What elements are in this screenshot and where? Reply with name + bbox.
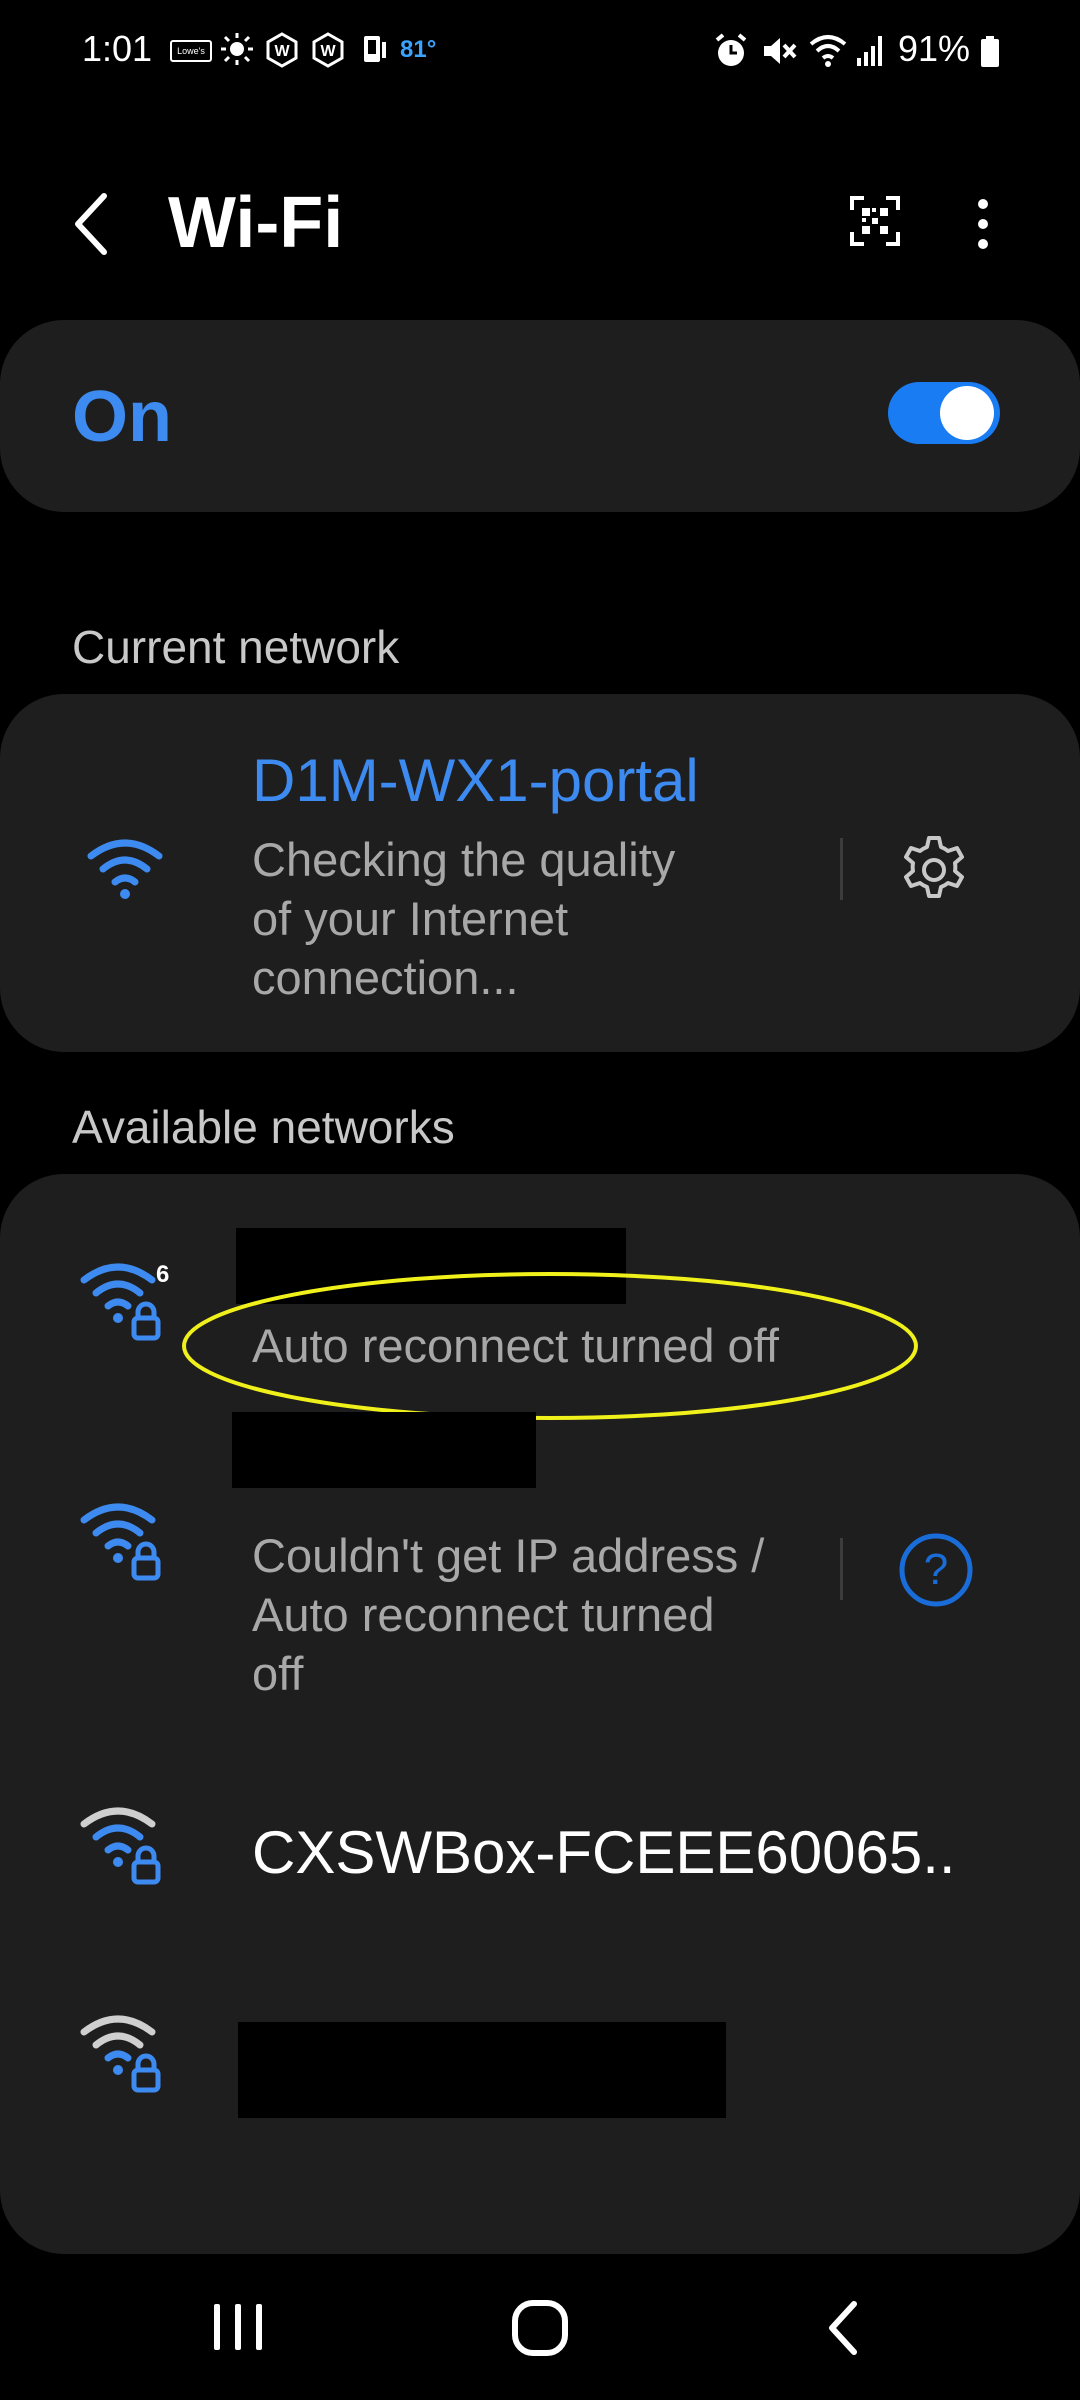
status-time: 1:01 — [82, 28, 153, 69]
toggle-knob — [940, 386, 994, 440]
svg-text:?: ? — [924, 1545, 948, 1594]
wifi6-lock-icon: 6 — [80, 1261, 169, 1341]
toggle-label: On — [72, 377, 172, 457]
sun-icon — [221, 33, 253, 65]
current-network-card[interactable]: D1M-WX1-portal Checking the quality of y… — [0, 694, 1080, 1052]
page-title: Wi-Fi — [168, 183, 344, 263]
current-network-heading: Current network — [72, 621, 400, 673]
network-status: Couldn't get IP address / Auto reconnect… — [252, 1526, 764, 1703]
home-icon[interactable] — [510, 2298, 570, 2358]
network-name-redacted — [232, 1412, 536, 1488]
signal-icon — [857, 36, 882, 66]
nav-back-icon[interactable] — [826, 2300, 862, 2356]
w-app-icon: W — [312, 32, 344, 68]
wifi-toggle-card[interactable]: On — [0, 320, 1080, 512]
battery-text: 91% — [898, 28, 971, 69]
status-line: Checking the quality — [252, 833, 676, 886]
network-item[interactable]: 6 Auto reconnect turned off — [0, 1174, 1080, 1420]
network-item[interactable]: CXSWBox-FCEEE60065.. — [0, 1754, 1080, 1944]
temperature-text: 81° — [400, 36, 437, 63]
back-icon[interactable] — [72, 192, 112, 256]
current-network-status: Checking the quality of your Internet co… — [252, 830, 675, 1007]
svg-text:W: W — [274, 43, 290, 60]
more-options-icon[interactable] — [974, 196, 992, 252]
wifi-lock-icon — [80, 1807, 161, 1885]
w-app-icon: W — [266, 32, 298, 68]
status-line: Couldn't get IP address / — [252, 1529, 765, 1582]
store-icon: Lowe's — [170, 40, 212, 62]
qr-code-icon[interactable] — [850, 196, 900, 246]
status-line: of your Internet — [252, 892, 569, 945]
wifi-signal-icon — [87, 839, 163, 899]
mute-icon — [764, 38, 797, 64]
wifi-lock-icon — [80, 2015, 161, 2093]
divider — [840, 838, 843, 900]
network-item[interactable]: Couldn't get IP address / Auto reconnect… — [0, 1412, 1080, 1700]
help-icon[interactable]: ? — [898, 1532, 974, 1608]
available-networks-card: 6 Auto reconnect turned off Couldn't get… — [0, 1174, 1080, 2254]
status-line: Auto reconnect turned — [252, 1588, 715, 1641]
settings-gear-icon[interactable] — [898, 834, 970, 906]
network-name-redacted — [238, 2022, 726, 2118]
divider — [840, 1538, 843, 1600]
phone-icon — [364, 36, 386, 62]
network-item[interactable] — [0, 1962, 1080, 2162]
status-line: off — [252, 1647, 304, 1700]
available-networks-heading: Available networks — [72, 1101, 455, 1153]
battery-icon — [981, 36, 999, 67]
recent-apps-icon[interactable] — [210, 2302, 266, 2352]
svg-text:W: W — [320, 43, 336, 60]
network-name: CXSWBox-FCEEE60065.. — [252, 1819, 956, 1886]
wifi-lock-icon — [80, 1503, 161, 1581]
wifi-toggle-switch[interactable] — [888, 382, 1000, 444]
current-network-name: D1M-WX1-portal — [252, 747, 699, 814]
highlight-ellipse — [182, 1272, 918, 1420]
status-line: connection... — [252, 951, 519, 1004]
alarm-icon — [715, 33, 747, 66]
wifi-icon — [809, 35, 847, 67]
svg-text:6: 6 — [156, 1261, 169, 1288]
